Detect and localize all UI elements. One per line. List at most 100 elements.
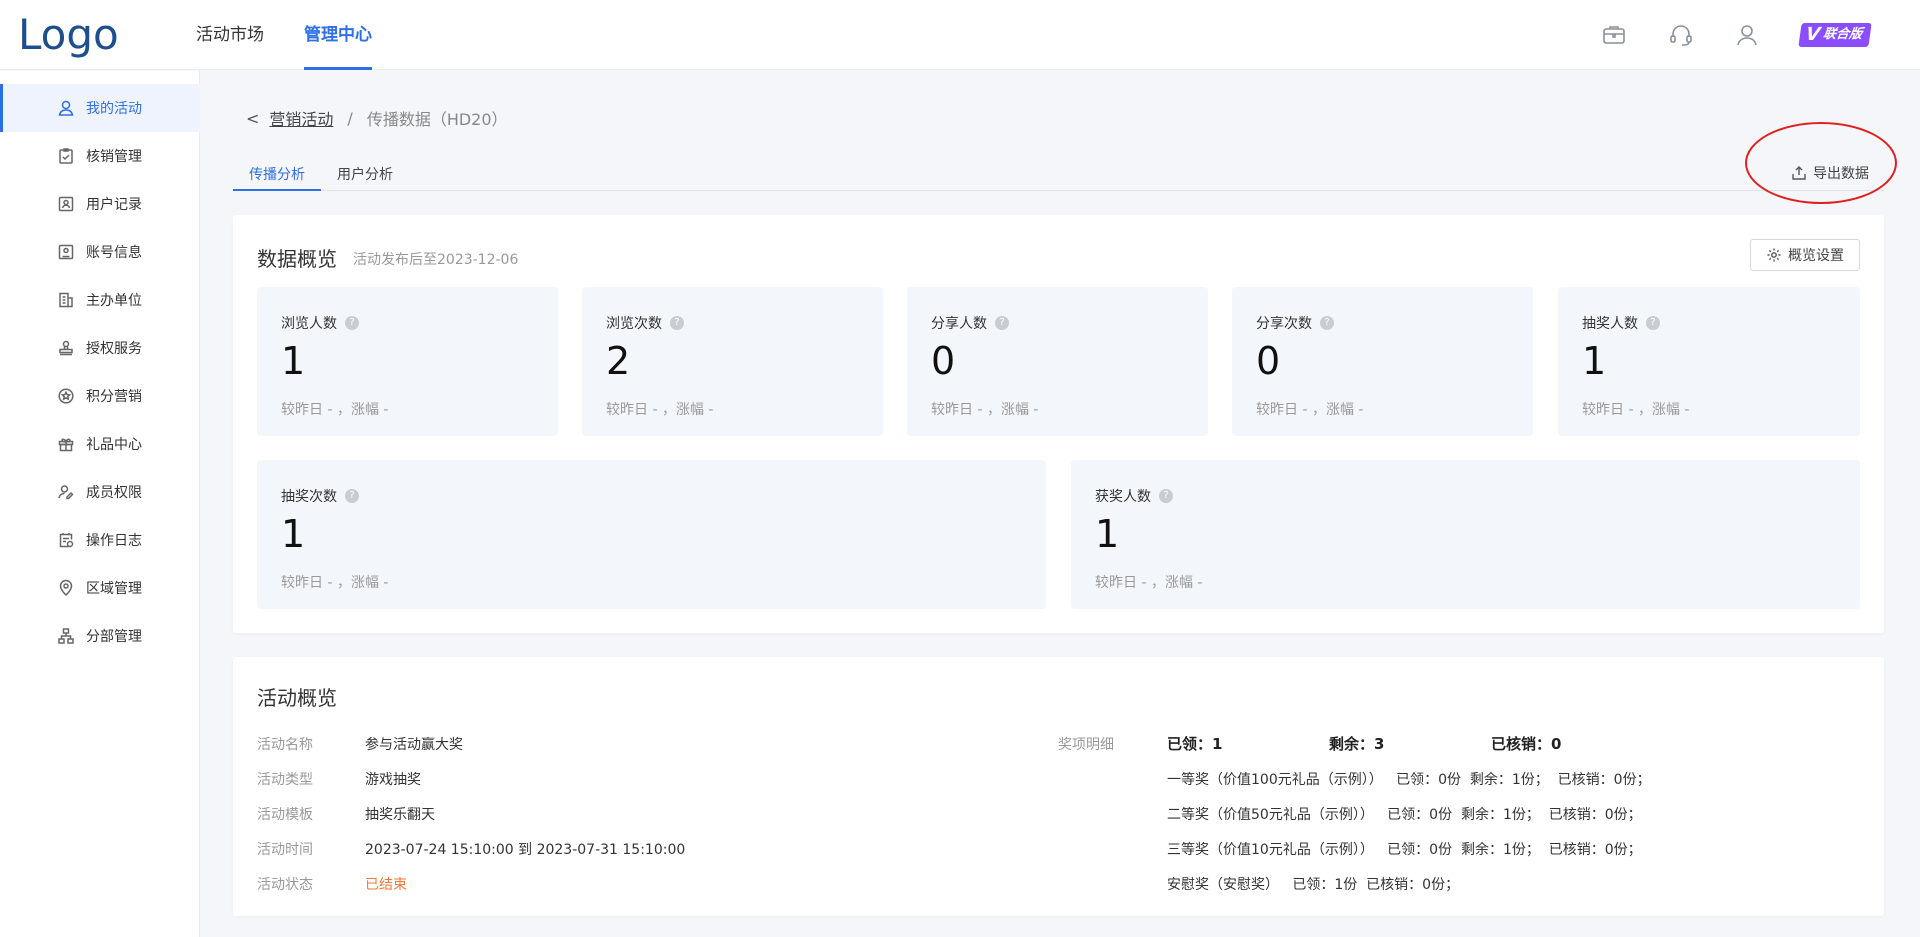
sidebar-item-label: 积分营销 [86,389,142,405]
activity-field-label: 活动时间 [257,842,313,858]
sidebar-item-label: 区域管理 [86,581,142,597]
sidebar-item-my-activities[interactable]: 我的活动 [0,84,200,132]
help-icon[interactable]: ? [345,316,359,330]
overview-settings-button[interactable]: 概览设置 [1750,239,1860,271]
account-card-icon [56,242,76,262]
sidebar-item-operation-log[interactable]: 操作日志 [0,516,200,564]
activity-field-value: 抽奖乐翻天 [365,807,435,823]
stat-compare: 较昨日 - ，涨幅 - [606,402,714,418]
gear-icon [1767,248,1781,262]
help-icon[interactable]: ? [1159,489,1173,503]
nav-management-center[interactable]: 管理中心 [304,0,372,70]
badge-v-mark: V [1804,24,1822,45]
help-icon[interactable]: ? [995,316,1009,330]
top-header: Logo 活动市场 管理中心 V 联合版 [0,0,1920,70]
stat-label: 分享次数 [1256,316,1312,332]
location-icon [56,578,76,598]
activity-field-label: 活动名称 [257,737,313,753]
sidebar-item-gift-center[interactable]: 礼品中心 [0,420,200,468]
sidebar-item-user-records[interactable]: 用户记录 [0,180,200,228]
tab-bar: 传播分析 用户分析 [233,160,1884,191]
activity-status-value: 已结束 [365,877,407,893]
edition-badge[interactable]: V 联合版 [1798,23,1872,47]
prize-row: 三等奖（价值10元礼品（示例）） 已领：0份 剩余：1份； 已核销：0份； [1167,842,1642,858]
breadcrumb: < 营销活动 / 传播数据（HD20） [246,106,508,130]
stat-compare: 较昨日 - ，涨幅 - [281,402,389,418]
stat-label-row: 分享次数? [1256,313,1334,333]
back-chevron-icon[interactable]: < [246,109,259,128]
activity-field-label: 活动类型 [257,772,313,788]
edition-label: 联合版 [1822,27,1864,42]
sidebar-item-verification[interactable]: 核销管理 [0,132,200,180]
sidebar-item-member-permissions[interactable]: 成员权限 [0,468,200,516]
help-icon[interactable]: ? [1320,316,1334,330]
prize-verified-total: 已核销：0 [1491,735,1562,753]
stat-card: 抽奖次数? 1 较昨日 - ，涨幅 - [257,460,1046,609]
sidebar-item-label: 我的活动 [86,101,142,117]
stat-value: 0 [1256,339,1281,383]
stat-card: 分享人数? 0 较昨日 - ，涨幅 - [907,287,1208,436]
stat-value: 1 [1582,339,1607,383]
stat-compare: 较昨日 - ，涨幅 - [1095,575,1203,591]
annotation-circle [1745,122,1897,204]
activity-overview-title: 活动概览 [257,686,337,710]
stat-label: 浏览次数 [606,316,662,332]
stat-label: 浏览人数 [281,316,337,332]
stamp-icon [56,338,76,358]
stat-value: 2 [606,339,631,383]
help-icon[interactable]: ? [1646,316,1660,330]
help-icon[interactable]: ? [345,489,359,503]
data-overview-subtitle: 活动发布后至2023-12-06 [353,252,519,268]
stat-label: 分享人数 [931,316,987,332]
stat-compare: 较昨日 - ，涨幅 - [1582,402,1690,418]
sidebar-item-label: 用户记录 [86,197,142,213]
stat-value: 1 [281,339,306,383]
prize-row: 一等奖（价值100元礼品（示例）） 已领：0份 剩余：1份； 已核销：0份； [1167,772,1651,788]
data-overview-title: 数据概览 [257,247,337,271]
sidebar-item-label: 主办单位 [86,293,142,309]
user-icon[interactable] [1733,21,1761,49]
stat-label-row: 浏览人数? [281,313,359,333]
logo[interactable]: Logo [18,10,119,59]
sidebar-item-organizer[interactable]: 主办单位 [0,276,200,324]
briefcase-icon[interactable] [1600,21,1628,49]
tab-spread-analysis[interactable]: 传播分析 [233,164,321,191]
stat-label: 抽奖次数 [281,489,337,505]
stat-label-row: 获奖人数? [1095,486,1173,506]
activity-field-value: 游戏抽奖 [365,772,421,788]
stat-label: 抽奖人数 [1582,316,1638,332]
sidebar-item-label: 礼品中心 [86,437,142,453]
sidebar-item-label: 授权服务 [86,341,142,357]
stat-label: 获奖人数 [1095,489,1151,505]
stat-card: 获奖人数? 1 较昨日 - ，涨幅 - [1071,460,1860,609]
sidebar-item-points-marketing[interactable]: 积分营销 [0,372,200,420]
nav-activity-market[interactable]: 活动市场 [196,0,264,70]
stat-label-row: 分享人数? [931,313,1009,333]
log-icon [56,530,76,550]
help-icon[interactable]: ? [670,316,684,330]
sidebar-item-branch[interactable]: 分部管理 [0,612,200,660]
org-tree-icon [56,626,76,646]
stat-label-row: 抽奖人数? [1582,313,1660,333]
stat-card: 分享次数? 0 较昨日 - ，涨幅 - [1232,287,1533,436]
sidebar-item-authorization[interactable]: 授权服务 [0,324,200,372]
prize-row: 二等奖（价值50元礼品（示例）） 已领：0份 剩余：1份； 已核销：0份； [1167,807,1642,823]
activity-field-value: 2023-07-24 15:10:00 到 2023-07-31 15:10:0… [365,842,686,858]
breadcrumb-current: 传播数据（HD20） [366,110,508,129]
sidebar-item-label: 操作日志 [86,533,142,549]
sidebar-item-label: 分部管理 [86,629,142,645]
sidebar-item-label: 成员权限 [86,485,142,501]
headset-icon[interactable] [1667,21,1695,49]
tab-user-analysis[interactable]: 用户分析 [337,164,393,191]
stat-value: 0 [931,339,956,383]
user-icon [56,98,76,118]
prize-row: 安慰奖（安慰奖） 已领：1份 已核销：0份； [1167,877,1460,893]
stat-card: 抽奖人数? 1 较昨日 - ，涨幅 - [1558,287,1860,436]
star-circle-icon [56,386,76,406]
activity-field-label: 活动模板 [257,807,313,823]
user-key-icon [56,482,76,502]
breadcrumb-parent-link[interactable]: 营销活动 [269,106,333,130]
sidebar-item-region[interactable]: 区域管理 [0,564,200,612]
prize-detail-label: 奖项明细 [1058,737,1114,753]
sidebar-item-account-info[interactable]: 账号信息 [0,228,200,276]
